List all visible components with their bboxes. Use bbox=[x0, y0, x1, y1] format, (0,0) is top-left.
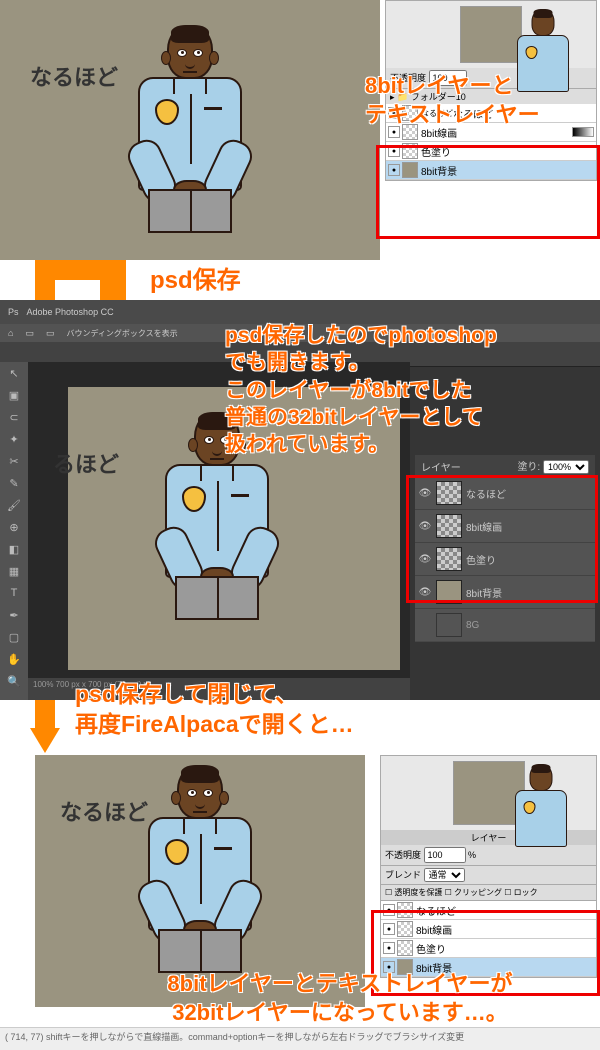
layer-row[interactable]: ●なるほど bbox=[381, 901, 596, 920]
layer-row[interactable]: 👁8bit背景 bbox=[415, 576, 595, 609]
layer-row[interactable]: 👁なるほど bbox=[415, 477, 595, 510]
navigator-thumb-3 bbox=[453, 761, 525, 825]
layer-row[interactable]: 👁8bit線画 bbox=[415, 510, 595, 543]
eraser-tool-icon: ◧ bbox=[2, 539, 26, 559]
opacity-row-3: 不透明度 % bbox=[381, 845, 596, 866]
protect-row: ☐ 透明度を保護 ☐ クリッピング ☐ ロック bbox=[381, 885, 596, 901]
ps-titlebar: PsAdobe Photoshop CC bbox=[0, 300, 600, 324]
brush-tool-icon: 🖌 bbox=[2, 495, 26, 515]
annotation-2: psd保存したのでphotoshopでも開きます。このレイヤーが8bitでした普… bbox=[225, 322, 595, 458]
zoom-tool-icon: 🔍 bbox=[2, 671, 26, 691]
character-figure bbox=[138, 25, 242, 233]
crop-tool-icon: ✂ bbox=[2, 451, 26, 471]
annotation-3: psd保存して閉じて、再度FireAlpacaで開くと… bbox=[75, 680, 354, 740]
eyedropper-icon: ✎ bbox=[2, 473, 26, 493]
layer-row[interactable]: ●8bit線画 bbox=[381, 920, 596, 939]
layer-row[interactable]: ●8bit背景 bbox=[386, 161, 596, 180]
canvas-text-2: るほど bbox=[53, 447, 119, 479]
annotation-4: 8bitレイヤーとテキストレイヤーが32bitレイヤーになっています…。 bbox=[85, 970, 595, 1027]
marquee-tool-icon: ▣ bbox=[2, 385, 26, 405]
status-bar: ( 714, 77) shiftキーを押しながらで直線描画。command+op… bbox=[0, 1027, 600, 1050]
character-figure-3 bbox=[148, 765, 252, 973]
canvas-firealpaca-1: なるほど bbox=[0, 0, 380, 260]
ps-toolbar[interactable]: ↖▣⊂✦✂✎🖌⊕◧▦T✒▢✋🔍 bbox=[0, 362, 28, 700]
shape-tool-icon: ▢ bbox=[2, 627, 26, 647]
wand-tool-icon: ✦ bbox=[2, 429, 26, 449]
fill-select[interactable]: 100% bbox=[543, 460, 589, 474]
stamp-tool-icon: ⊕ bbox=[2, 517, 26, 537]
blend-row: ブレンド 通常 bbox=[381, 866, 596, 885]
gradient-tool-icon: ▦ bbox=[2, 561, 26, 581]
firealpaca-panel-3: レイヤー 不透明度 % ブレンド 通常 ☐ 透明度を保護 ☐ クリッピング ☐ … bbox=[380, 755, 597, 978]
arrow-stem-mid bbox=[100, 260, 126, 302]
navigator-thumb bbox=[460, 6, 522, 63]
visibility-icon: 👁 bbox=[418, 554, 432, 565]
layer-row[interactable]: 8G bbox=[415, 609, 595, 642]
layer-row[interactable]: ●色塗り bbox=[381, 939, 596, 958]
visibility-icon: 👁 bbox=[418, 488, 432, 499]
opacity-input-3[interactable] bbox=[424, 847, 466, 863]
visibility-icon: 👁 bbox=[418, 587, 432, 598]
layer-row[interactable]: 👁色塗り bbox=[415, 543, 595, 576]
annotation-1: 8bitレイヤーとテキストレイヤー bbox=[365, 72, 595, 129]
layer-row[interactable]: ●色塗り bbox=[386, 142, 596, 161]
lasso-tool-icon: ⊂ bbox=[2, 407, 26, 427]
pen-tool-icon: ✒ bbox=[2, 605, 26, 625]
canvas-text-3: なるほど bbox=[60, 795, 148, 827]
blend-select[interactable]: 通常 bbox=[424, 868, 465, 882]
canvas-text-1: なるほど bbox=[30, 60, 118, 92]
text-tool-icon: T bbox=[2, 583, 26, 603]
ps-layers-panel: レイヤー塗り: 100% 👁なるほど 👁8bit線画 👁色塗り 👁8bit背景 … bbox=[415, 455, 595, 642]
hand-tool-icon: ✋ bbox=[2, 649, 26, 669]
annotation-save: psd保存 bbox=[150, 265, 241, 296]
visibility-icon: 👁 bbox=[418, 521, 432, 532]
move-tool-icon: ↖ bbox=[2, 363, 26, 383]
